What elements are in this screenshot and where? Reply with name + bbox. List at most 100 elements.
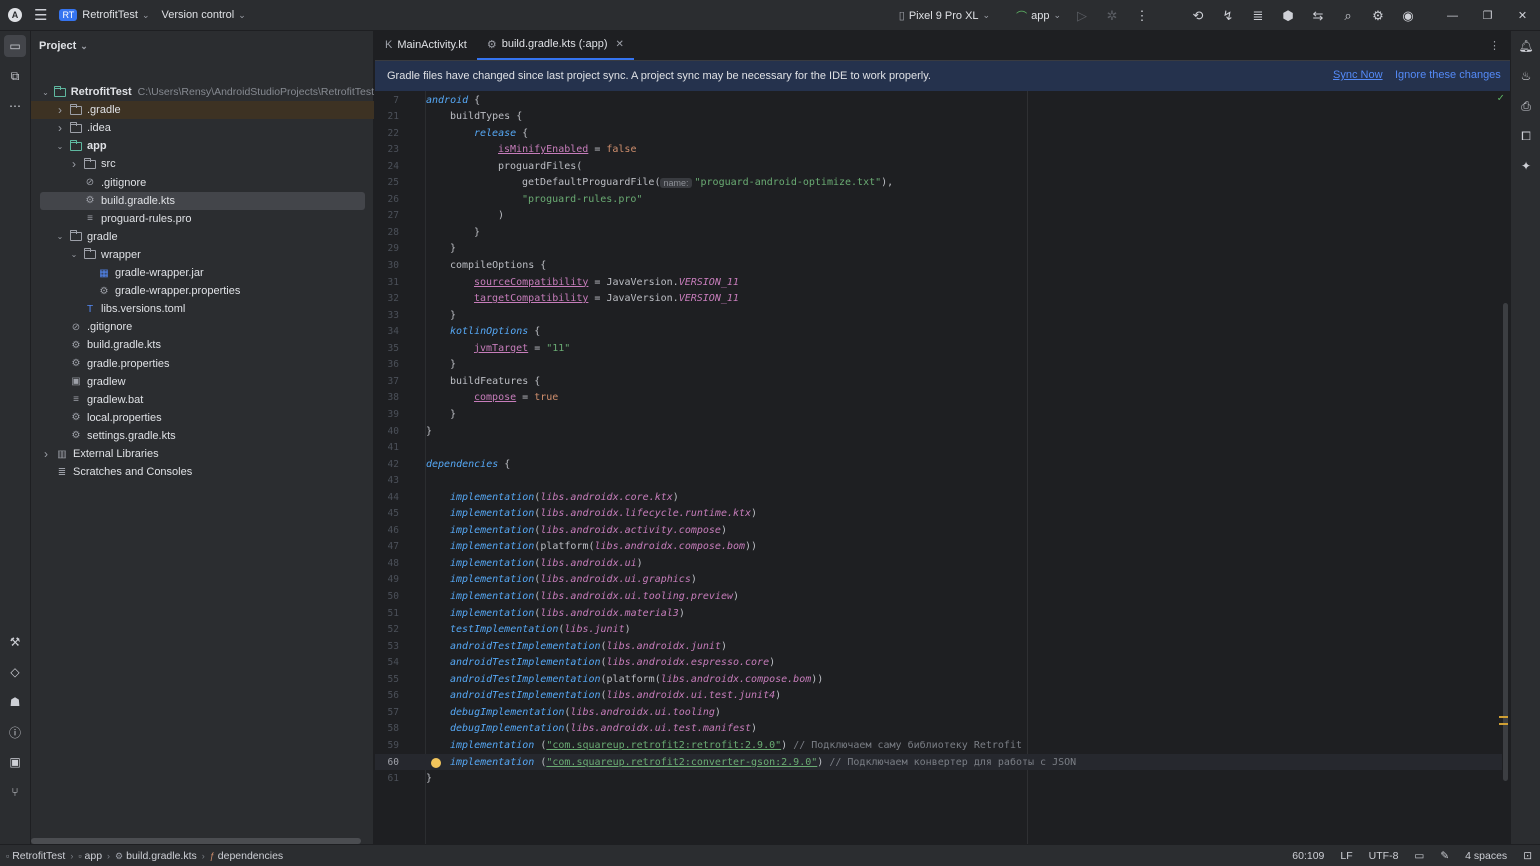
readonly-toggle-icon[interactable]: ▭ — [1406, 850, 1432, 862]
code-line[interactable]: 38 compose = true — [375, 390, 1502, 406]
code-line[interactable]: 32 targetCompatibility = JavaVersion. VERS… — [375, 291, 1502, 307]
project-switcher[interactable]: RT RetrofitTest ⌄ — [53, 0, 155, 31]
code-line[interactable]: 24 proguardFiles( — [375, 158, 1502, 174]
code-line[interactable]: 27) — [375, 208, 1502, 224]
code-line[interactable]: 45 implementation(libs.androidx.lifecycle… — [375, 506, 1502, 522]
code-line[interactable]: 47 implementation (platform(libs.androidx.… — [375, 539, 1502, 555]
tree-item[interactable]: ⚙ local.properties — [31, 409, 374, 427]
ignore-changes-link[interactable]: Ignore these changes — [1395, 69, 1501, 81]
chevron-down-icon[interactable]: ⌄ — [41, 88, 50, 97]
more-vertical-icon[interactable]: ⋮ — [1489, 39, 1500, 52]
tree-item[interactable]: ▣ gradlew — [31, 373, 374, 391]
breadcrumb-item[interactable]: ƒ dependencies — [210, 850, 283, 862]
code-line[interactable]: 7 android { — [375, 92, 1502, 108]
tab-mainactivity[interactable]: K MainActivity.kt — [375, 30, 477, 60]
code-line[interactable]: 23 isMinifyEnabled = false — [375, 142, 1502, 158]
logcat-tool-button[interactable]: ☗ — [4, 691, 26, 713]
sync-gradle-button[interactable]: ⟲ — [1183, 0, 1213, 31]
tree-item[interactable]: ⚙ build.gradle.kts — [40, 191, 365, 210]
close-button[interactable]: ✕ — [1505, 0, 1540, 31]
gradle-tool-button[interactable]: ◇ — [4, 661, 26, 683]
chevron-right-icon[interactable]: › — [41, 447, 51, 461]
sync-now-link[interactable]: Sync Now — [1333, 69, 1383, 81]
code-line[interactable]: 56 androidTestImplementation(libs.android… — [375, 688, 1502, 704]
code-line[interactable]: 53 androidTestImplementation(libs.android… — [375, 638, 1502, 654]
code-line[interactable]: 28} — [375, 224, 1502, 240]
code-line[interactable]: 55 androidTestImplementation (platform(lib… — [375, 671, 1502, 687]
line-separator[interactable]: LF — [1332, 850, 1360, 862]
vcs-tool-button[interactable]: ⑂ — [4, 781, 26, 803]
code-line[interactable]: 26 "proguard-rules.pro" — [375, 191, 1502, 207]
resource-manager-button[interactable]: ⧉ — [4, 65, 26, 87]
code-line[interactable]: 40} — [375, 423, 1502, 439]
breadcrumb-item[interactable]: ▫ RetrofitTest — [6, 850, 65, 862]
code-line[interactable]: 35 jvmTarget = "11" — [375, 340, 1502, 356]
code-line[interactable]: 59 implementation ("com.squareup.retrofit… — [375, 737, 1502, 753]
code-line[interactable]: 50 implementation(libs.androidx.ui.toolin… — [375, 589, 1502, 605]
code-line[interactable]: 43 — [375, 473, 1502, 489]
chevron-down-icon[interactable]: ⌄ — [69, 250, 79, 259]
tree-item[interactable]: › .gradle — [31, 101, 374, 120]
code-line[interactable]: 37 buildFeatures { — [375, 373, 1502, 389]
code-line[interactable]: 22 release { — [375, 125, 1502, 141]
tree-item[interactable]: ⌄ gradle — [31, 228, 374, 246]
tree-item[interactable]: ⚙ gradle-wrapper.properties — [31, 282, 374, 300]
code-line[interactable]: 58 debugImplementation(libs.androidx.ui.t… — [375, 721, 1502, 737]
build-tool-button[interactable]: ⚒ — [4, 631, 26, 653]
code-line[interactable]: 42 dependencies { — [375, 456, 1502, 472]
code-line[interactable]: 44 implementation(libs.androidx.core.ktx) — [375, 489, 1502, 505]
project-tool-button[interactable]: ▭ — [4, 35, 26, 57]
tree-item[interactable]: ≡ proguard-rules.pro — [31, 210, 374, 228]
code-line[interactable]: 57 debugImplementation(libs.androidx.ui.t… — [375, 704, 1502, 720]
tree-item[interactable]: Tlibs.versions.toml — [31, 300, 374, 318]
gradle-panel-button[interactable]: ♨ — [1516, 66, 1536, 86]
code-line[interactable]: 61} — [375, 771, 1502, 787]
code-line[interactable]: 49 implementation(libs.androidx.ui.graphi… — [375, 572, 1502, 588]
code-line[interactable]: 60 implementation ("com.squareup.retrofit… — [375, 754, 1502, 770]
chevron-down-icon[interactable]: ⌄ — [55, 232, 65, 241]
code-line[interactable]: 41 — [375, 440, 1502, 456]
sdk-manager-button[interactable]: ⬢ — [1273, 0, 1303, 31]
chevron-down-icon[interactable]: ⌄ — [55, 142, 65, 151]
main-menu-button[interactable]: ☰ — [28, 0, 53, 31]
chevron-right-icon[interactable]: › — [55, 121, 65, 135]
terminal-tool-button[interactable]: ▣ — [4, 751, 26, 773]
tree-item[interactable]: › ▥ External Libraries — [31, 445, 374, 463]
more-actions-button[interactable]: ⋮ — [1127, 0, 1157, 31]
tree-item[interactable]: ⚙ build.gradle.kts — [31, 336, 374, 354]
tree-item[interactable]: ▦ gradle-wrapper.jar — [31, 264, 374, 282]
indent-setting[interactable]: 4 spaces — [1457, 850, 1515, 862]
vcs-menu[interactable]: Version control ⌄ — [155, 0, 251, 31]
code-line[interactable]: 30 compileOptions { — [375, 258, 1502, 274]
tree-item[interactable]: ⌄ wrapper — [31, 246, 374, 264]
chevron-right-icon[interactable]: › — [69, 157, 79, 171]
account-button[interactable]: ◉ — [1393, 0, 1423, 31]
tree-item[interactable]: › src — [31, 155, 374, 173]
code-line[interactable]: 39} — [375, 406, 1502, 422]
code-line[interactable]: 36} — [375, 357, 1502, 373]
tree-item[interactable]: ⚙ settings.gradle.kts — [31, 427, 374, 445]
code-view[interactable]: ✓ 7 android {21 buildTypes {22 release {23 i… — [375, 91, 1510, 844]
run-config-selector[interactable]: ⌒ app ⌄ — [1010, 0, 1067, 31]
debug-button[interactable]: ✲ — [1097, 0, 1127, 31]
code-line[interactable]: 31 sourceCompatibility = JavaVersion. VERS… — [375, 274, 1502, 290]
device-mirror-button[interactable]: ⇆ — [1303, 0, 1333, 31]
chevron-right-icon[interactable]: › — [55, 103, 65, 117]
tree-item[interactable]: ⚙ gradle.properties — [31, 355, 374, 373]
breadcrumb-item[interactable]: ⚙ build.gradle.kts — [115, 850, 197, 862]
tree-item[interactable]: ≡ gradlew.bat — [31, 391, 374, 409]
code-line[interactable]: 48 implementation(libs.androidx.ui) — [375, 555, 1502, 571]
code-line[interactable]: 46 implementation(libs.androidx.activity.… — [375, 522, 1502, 538]
restore-button[interactable]: ❐ — [1470, 0, 1505, 31]
problems-tool-button[interactable]: ⓘ — [4, 721, 26, 743]
code-line[interactable]: 29} — [375, 241, 1502, 257]
search-button[interactable]: ⌕ — [1333, 0, 1363, 31]
device-manager-button[interactable]: ≣ — [1243, 0, 1273, 31]
code-line[interactable]: 51 implementation(libs.androidx.material3… — [375, 605, 1502, 621]
code-line[interactable]: 21 buildTypes { — [375, 109, 1502, 125]
app-logo[interactable]: A — [0, 0, 28, 31]
more-tools-button[interactable]: ⋯ — [4, 95, 26, 117]
code-line[interactable]: 25 getDefaultProguardFile(name: "proguard-… — [375, 175, 1502, 191]
lightbulb-icon[interactable] — [431, 758, 441, 768]
run-button[interactable]: ▷ — [1067, 0, 1097, 31]
